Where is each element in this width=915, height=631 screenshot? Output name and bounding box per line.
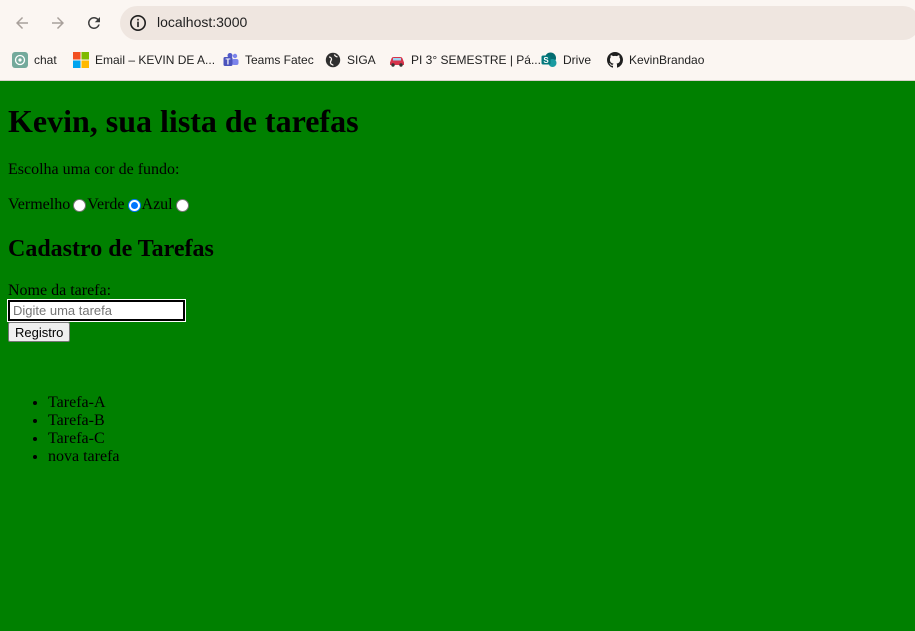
bookmark-label: Email – KEVIN DE A... <box>95 53 216 67</box>
arrow-left-icon <box>16 17 28 29</box>
form-title: Cadastro de Tarefas <box>8 236 214 262</box>
radio-option-verde[interactable]: Verde <box>87 196 141 214</box>
bookmark-drive[interactable]: S Drive <box>541 52 591 68</box>
color-prompt: Escolha uma cor de fundo: <box>8 161 180 178</box>
github-icon <box>607 52 623 68</box>
bookmark-siga[interactable]: SIGA <box>325 52 376 68</box>
forward-button[interactable] <box>44 9 72 37</box>
radio-vermelho[interactable] <box>73 198 87 212</box>
microsoft-icon <box>73 52 89 68</box>
browser-chrome: localhost:3000 chat Email – KEVIN DE A..… <box>0 0 915 81</box>
radio-label: Azul <box>141 196 173 213</box>
register-button[interactable]: Registro <box>8 322 71 342</box>
arrow-right-icon <box>52 17 64 29</box>
url-text: localhost:3000 <box>157 14 248 30</box>
radio-option-azul[interactable]: Azul <box>142 196 190 214</box>
radio-option-vermelho[interactable]: Vermelho <box>8 196 87 214</box>
list-item: Tarefa-B <box>48 412 120 430</box>
car-icon <box>390 57 404 67</box>
reload-icon <box>87 16 100 29</box>
radio-azul[interactable] <box>175 198 189 212</box>
bookmark-teams[interactable]: T Teams Fatec <box>223 52 314 68</box>
svg-text:T: T <box>226 57 231 66</box>
svg-text:S: S <box>543 56 549 65</box>
reload-button[interactable] <box>80 9 108 37</box>
bookmark-github[interactable]: KevinBrandao <box>607 52 704 68</box>
address-bar[interactable]: localhost:3000 <box>120 6 915 40</box>
radio-label: Verde <box>87 196 125 213</box>
page-content: Kevin, sua lista de tarefas Escolha uma … <box>0 81 915 631</box>
radio-verde[interactable] <box>127 198 141 212</box>
teams-icon: T <box>223 53 239 66</box>
globe-icon <box>325 52 341 68</box>
back-button[interactable] <box>8 9 36 37</box>
bookmark-label: KevinBrandao <box>629 53 705 67</box>
bookmarks-bar: chat Email – KEVIN DE A... T Teams Fatec <box>0 45 915 75</box>
list-item: Tarefa-A <box>48 394 120 412</box>
bookmark-label: SIGA <box>347 53 376 67</box>
page-title: Kevin, sua lista de tarefas <box>8 103 359 139</box>
bookmark-label: Teams Fatec <box>245 53 314 67</box>
task-name-input[interactable] <box>7 299 186 322</box>
color-radio-group: Vermelho Verde Azul <box>8 196 190 214</box>
bookmark-chat[interactable]: chat <box>12 52 57 68</box>
browser-toolbar: localhost:3000 <box>0 0 915 45</box>
info-icon[interactable] <box>128 13 148 33</box>
task-name-label: Nome da tarefa: <box>8 282 112 299</box>
bookmark-label: PI 3° SEMESTRE | Pá... <box>411 53 541 67</box>
chatgpt-icon <box>12 52 28 68</box>
bookmark-label: Drive <box>563 53 592 67</box>
radio-label: Vermelho <box>8 196 71 213</box>
sharepoint-icon: S <box>541 52 557 67</box>
list-item: Tarefa-C <box>48 430 120 448</box>
task-list: Tarefa-A Tarefa-B Tarefa-C nova tarefa <box>48 394 120 466</box>
bookmark-pi[interactable]: PI 3° SEMESTRE | Pá... <box>389 52 541 68</box>
list-item: nova tarefa <box>48 448 120 466</box>
bookmark-email[interactable]: Email – KEVIN DE A... <box>73 52 215 68</box>
bookmark-label: chat <box>34 53 57 67</box>
